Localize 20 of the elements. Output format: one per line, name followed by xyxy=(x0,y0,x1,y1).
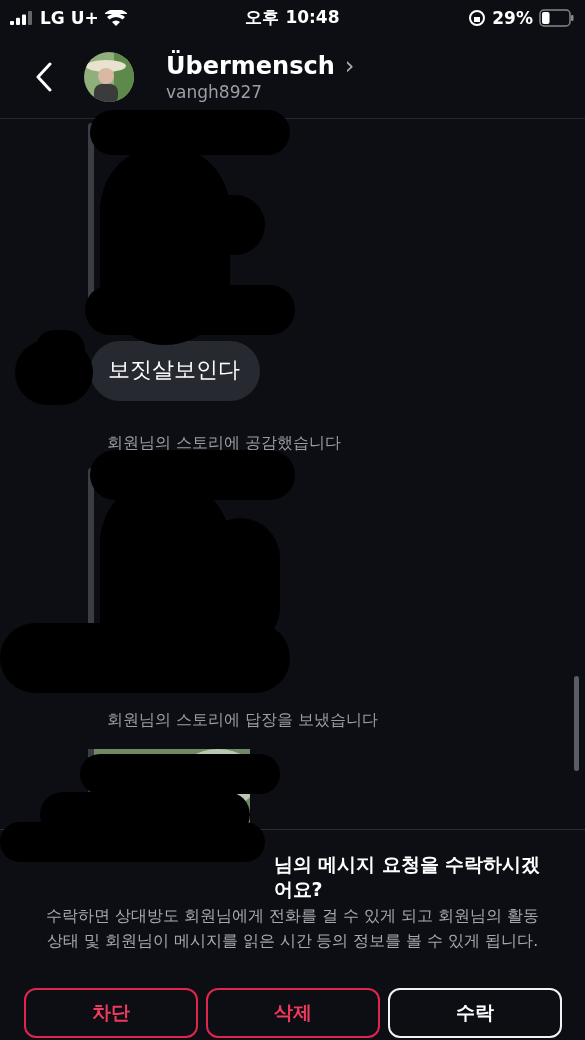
profile-name[interactable]: Übermensch xyxy=(166,51,335,80)
message-bubble: 보짓살보인다 xyxy=(90,341,260,402)
rotation-lock-icon xyxy=(468,8,487,27)
story-note: 회원님의 스토리에 공감했습니다 xyxy=(106,433,343,455)
wifi-icon xyxy=(104,9,127,26)
battery-icon xyxy=(539,8,575,27)
scroll-thumb[interactable] xyxy=(574,676,579,771)
request-title: 님의 메시지 요청을 수락하시겠어요? xyxy=(273,852,542,902)
signal-icon xyxy=(10,10,34,25)
back-icon[interactable] xyxy=(36,61,52,92)
story-note: 회원님의 스토리에 답장을 보냈습니다 xyxy=(106,710,380,731)
request-description: 수락하면 상대방도 회원님에게 전화를 걸 수 있게 되고 회원님의 활동 상태 및 회원님이 메시지를 읽은 시간 등의 정보를 볼 수 있게 됩니다. xyxy=(45,906,540,952)
username: vangh8927 xyxy=(166,81,264,102)
block-button[interactable]: 차단 xyxy=(23,988,198,1038)
chevron-icon[interactable]: › xyxy=(344,51,355,80)
clock-time: 오후 10:48 xyxy=(245,7,340,27)
accept-button[interactable]: 수락 xyxy=(387,988,562,1038)
battery-percent: 29% xyxy=(492,7,533,28)
carrier-name: LG U+ xyxy=(40,7,99,28)
delete-button[interactable]: 삭제 xyxy=(205,988,380,1038)
